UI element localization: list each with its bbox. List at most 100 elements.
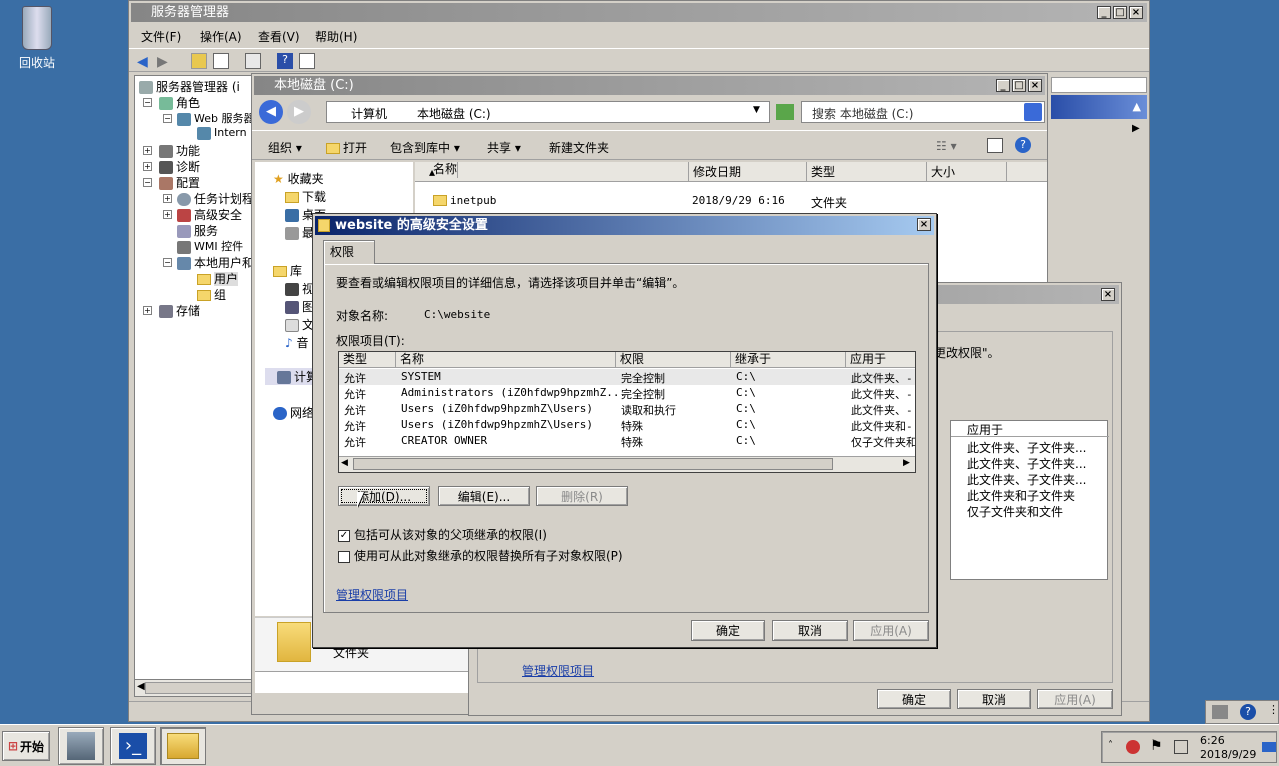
col-name[interactable]: 名称 ▴	[415, 162, 689, 182]
menu-view[interactable]: 查看(V)	[258, 28, 300, 45]
tree-server-manager[interactable]: 服务器管理器 (i	[139, 78, 240, 95]
explorer-titlebar[interactable]: 本地磁盘 (C:)	[254, 76, 1045, 95]
explorer-help-icon[interactable]: ?	[1015, 137, 1031, 153]
manage-permissions-link[interactable]: 管理权限项目	[336, 586, 408, 603]
tree-diagnostics[interactable]: 诊断	[159, 158, 200, 175]
actions-arrow-icon[interactable]: ▶	[1132, 123, 1140, 134]
replace-checkbox-row[interactable]: 使用可从此对象继承的权限替换所有子对象权限(P)	[338, 547, 623, 564]
entries-hscrollbar[interactable]: ◀ ▶	[339, 456, 915, 472]
show-desktop-icon[interactable]	[1262, 742, 1276, 752]
col-type-header[interactable]: 类型	[339, 352, 396, 368]
expand-diagnostics[interactable]: +	[143, 162, 152, 171]
search-box[interactable]: 搜索 本地磁盘 (C:)	[801, 101, 1045, 123]
view-options-icon[interactable]: ☷ ▾	[936, 139, 957, 153]
permission-entries-list[interactable]: 类型 名称 权限 继承于 应用于 允许 SYSTEM 完全控制 C:\ 此文件夹、- 允…	[338, 351, 916, 473]
adv-close-button[interactable]: ×	[917, 218, 931, 231]
taskbar-powershell[interactable]: ›_	[110, 727, 156, 765]
nav-network[interactable]: 网络	[273, 404, 314, 421]
tree-configuration[interactable]: 配置	[159, 174, 200, 191]
forward-nav-icon[interactable]: ▶	[287, 100, 311, 124]
entry-row[interactable]: 允许 Users (iZ0hfdwp9hpzmhZ\Users) 读取和执行 C:\ 此…	[339, 401, 915, 417]
search-icon[interactable]	[1024, 103, 1042, 121]
taskbar-server-manager[interactable]	[58, 727, 104, 765]
explorer-maximize-button[interactable]: □	[1012, 79, 1026, 92]
edit-button[interactable]: 编辑(E)...	[438, 486, 530, 506]
show-hide-icon[interactable]	[213, 53, 229, 69]
menu-file[interactable]: 文件(F)	[141, 28, 181, 45]
tab-permissions[interactable]: 权限	[323, 240, 375, 264]
explorer-minimize-button[interactable]: _	[996, 79, 1010, 92]
expand-web[interactable]: −	[163, 114, 172, 123]
menu-help[interactable]: 帮助(H)	[315, 28, 357, 45]
nav-videos[interactable]: 视	[285, 280, 314, 297]
back-dialog-close-button[interactable]: ×	[1101, 288, 1115, 301]
apply-button[interactable]: 应用(A)	[853, 620, 929, 641]
back-apply-button[interactable]: 应用(A)	[1037, 689, 1113, 709]
breadcrumb-local-disk[interactable]: 本地磁盘 (C:)	[417, 105, 491, 122]
col-applies-header[interactable]: 应用于	[846, 352, 915, 368]
scroll-left-icon[interactable]: ◀	[341, 458, 348, 468]
scroll-right-icon[interactable]: ▶	[903, 458, 910, 468]
network-warning-icon[interactable]	[1126, 740, 1140, 754]
export-icon[interactable]	[245, 53, 261, 69]
col-size[interactable]: 大小	[927, 162, 1007, 182]
nav-documents[interactable]: 文	[285, 316, 314, 333]
entry-row[interactable]: 允许 Users (iZ0hfdwp9hpzmhZ\Users) 特殊 C:\ 此文件夹…	[339, 417, 915, 433]
col-permission-header[interactable]: 权限	[616, 352, 731, 368]
menu-action[interactable]: 操作(A)	[200, 28, 242, 45]
expand-local-users[interactable]: −	[163, 258, 172, 267]
help-icon[interactable]: ?	[277, 53, 293, 69]
breadcrumb-computer[interactable]: 计算机	[351, 105, 387, 122]
minimize-button[interactable]: _	[1097, 6, 1111, 19]
tree-users[interactable]: 用户	[197, 270, 239, 287]
tree-services[interactable]: 服务	[177, 222, 218, 239]
tree-local-users[interactable]: 本地用户和	[177, 254, 253, 271]
volume-icon[interactable]	[1174, 740, 1188, 754]
entry-row[interactable]: 允许 CREATOR OWNER 特殊 C:\ 仅子文件夹和	[339, 433, 915, 449]
inherit-checkbox-row[interactable]: ✓ 包括可从该对象的父项继承的权限(I)	[338, 526, 547, 543]
back-ok-button[interactable]: 确定	[877, 689, 951, 709]
entry-row[interactable]: 允许 SYSTEM 完全控制 C:\ 此文件夹、-	[339, 369, 915, 385]
add-button[interactable]: 添加(D)...	[338, 486, 430, 506]
nav-pictures[interactable]: 图	[285, 298, 314, 315]
explorer-close-button[interactable]: ×	[1028, 79, 1042, 92]
ok-button[interactable]: 确定	[691, 620, 765, 641]
col-date[interactable]: 修改日期	[689, 162, 807, 182]
replace-checkbox[interactable]	[338, 550, 350, 563]
expand-features[interactable]: +	[143, 146, 152, 155]
cancel-button[interactable]: 取消	[772, 620, 848, 641]
col-inherited-header[interactable]: 继承于	[731, 352, 846, 368]
refresh-icon[interactable]	[776, 104, 794, 120]
adv-dialog-titlebar[interactable]: website 的高级安全设置	[315, 216, 934, 235]
lang-help-icon[interactable]: ?	[1240, 704, 1256, 720]
up-folder-icon[interactable]	[191, 53, 207, 69]
start-button[interactable]: ⊞ 开始	[2, 731, 50, 761]
tree-firewall[interactable]: 高级安全	[177, 206, 242, 223]
taskbar-explorer[interactable]	[160, 727, 206, 765]
back-nav-icon[interactable]: ◀	[259, 100, 283, 124]
tree-features[interactable]: 功能	[159, 142, 200, 159]
nav-music[interactable]: ♪ 音	[285, 334, 309, 351]
share-button[interactable]: 共享 ▾	[487, 139, 521, 156]
clock-date[interactable]: 2018/9/29	[1200, 748, 1256, 761]
expand-roles[interactable]: −	[143, 98, 152, 107]
remove-button[interactable]: 删除(R)	[536, 486, 628, 506]
file-row[interactable]: inetpub 2018/9/29 6:16 文件夹	[415, 192, 1047, 210]
clock-time[interactable]: 6:26	[1200, 734, 1225, 747]
maximize-button[interactable]: □	[1113, 6, 1127, 19]
inherit-checkbox[interactable]: ✓	[338, 529, 350, 542]
col-type[interactable]: 类型	[807, 162, 927, 182]
scroll-thumb[interactable]	[353, 458, 833, 470]
tree-task-scheduler[interactable]: 任务计划程	[177, 190, 253, 207]
tree-groups[interactable]: 组	[197, 286, 226, 303]
col-name-header[interactable]: 名称	[396, 352, 616, 368]
tree-storage[interactable]: 存储	[159, 302, 200, 319]
back-manage-link[interactable]: 管理权限项目	[522, 662, 594, 679]
keyboard-icon[interactable]	[1212, 705, 1228, 719]
close-button[interactable]: ×	[1129, 6, 1143, 19]
lang-options-icon[interactable]: ⋮	[1268, 703, 1279, 716]
server-manager-titlebar[interactable]: 服务器管理器	[131, 3, 1147, 22]
recycle-bin[interactable]: 回收站	[14, 6, 60, 71]
include-library-button[interactable]: 包含到库中 ▾	[390, 139, 460, 156]
tray-expand-icon[interactable]: ˄	[1108, 740, 1113, 751]
